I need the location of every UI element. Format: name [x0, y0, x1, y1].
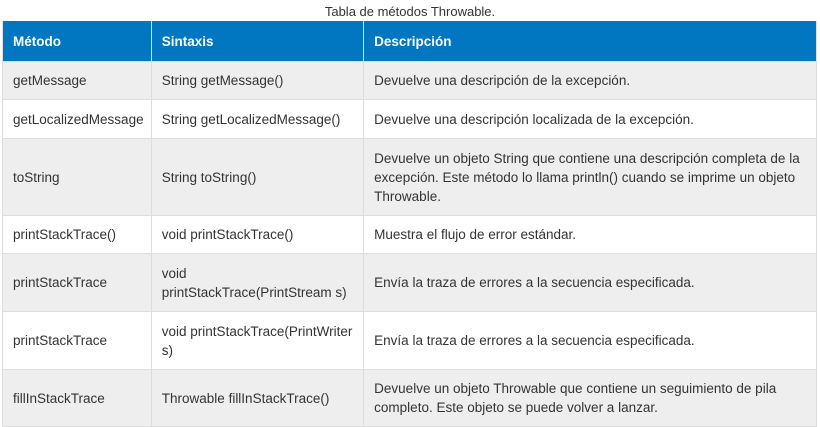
- cell-method: fillInStackTrace: [2, 369, 152, 427]
- cell-method: printStackTrace: [2, 253, 152, 312]
- cell-method: getMessage: [2, 61, 152, 100]
- table-caption: Tabla de métodos Throwable.: [324, 4, 496, 19]
- table-row: printStackTrace void printStackTrace(Pri…: [2, 311, 817, 370]
- cell-description: Devuelve un objeto Throwable que contien…: [363, 369, 817, 427]
- cell-method: getLocalizedMessage: [2, 99, 152, 139]
- table-row: printStackTrace void printStackTrace(Pri…: [2, 253, 817, 312]
- cell-method: printStackTrace: [2, 311, 152, 370]
- cell-description: Devuelve una descripción de la excepción…: [363, 61, 817, 100]
- cell-syntax: String getMessage(): [150, 61, 365, 100]
- table-row: fillInStackTrace Throwable fillInStackTr…: [2, 369, 817, 427]
- cell-method: toString: [2, 138, 152, 216]
- cell-syntax: String getLocalizedMessage(): [150, 99, 365, 139]
- table-row: getLocalizedMessage String getLocalizedM…: [2, 99, 817, 139]
- cell-description: Devuelve un objeto String que contiene u…: [363, 138, 817, 216]
- cell-syntax: void printStackTrace(): [150, 215, 365, 254]
- cell-description: Muestra el flujo de error estándar.: [363, 215, 817, 254]
- column-header-syntax: Sintaxis: [150, 21, 365, 62]
- table-row: printStackTrace() void printStackTrace()…: [2, 215, 817, 254]
- table-row: toString String toString() Devuelve un o…: [2, 138, 817, 216]
- cell-method: printStackTrace(): [2, 215, 152, 254]
- cell-description: Envía la traza de errores a la secuencia…: [363, 253, 817, 312]
- cell-syntax: String toString(): [150, 138, 365, 216]
- cell-syntax: void printStackTrace(PrintStream s): [150, 253, 365, 312]
- throwable-methods-table: Método Sintaxis Descripción getMessage S…: [2, 21, 817, 427]
- column-header-method: Método: [2, 21, 152, 62]
- cell-description: Envía la traza de errores a la secuencia…: [363, 311, 817, 370]
- cell-syntax: Throwable fillInStackTrace(): [150, 369, 365, 427]
- table-row: getMessage String getMessage() Devuelve …: [2, 61, 817, 100]
- table-header-row: Método Sintaxis Descripción: [2, 21, 817, 62]
- cell-description: Devuelve una descripción localizada de l…: [363, 99, 817, 139]
- cell-syntax: void printStackTrace(PrintWriter s): [150, 311, 365, 370]
- column-header-description: Descripción: [363, 21, 817, 62]
